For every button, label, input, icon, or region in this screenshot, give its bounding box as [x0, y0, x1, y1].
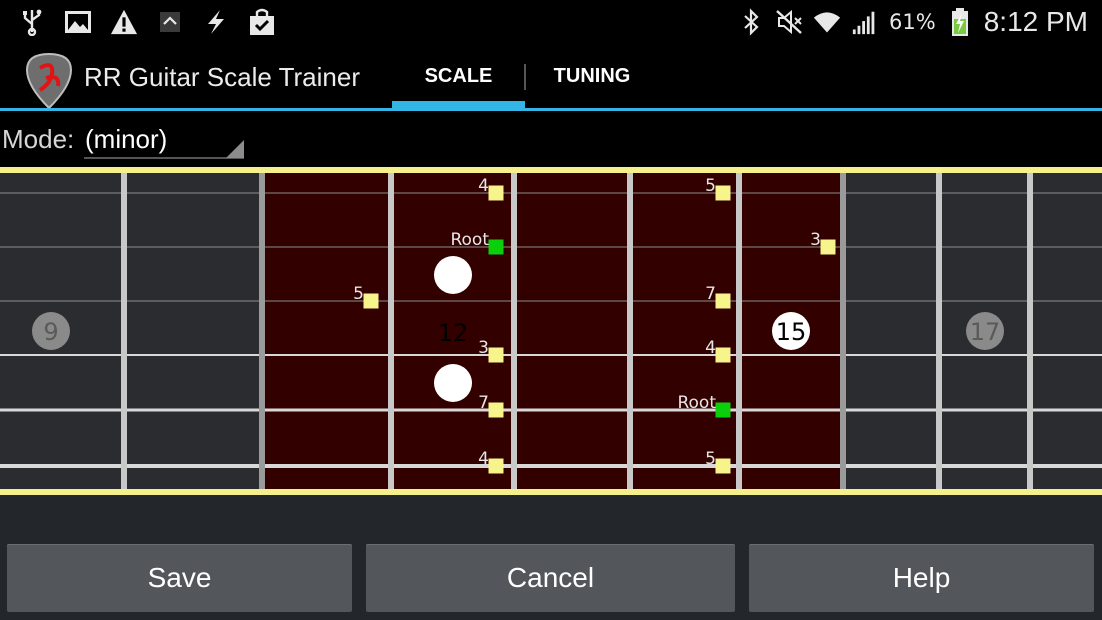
app-title: RR Guitar Scale Trainer: [84, 62, 360, 92]
fret-wire: [936, 173, 942, 489]
upload-icon: [156, 8, 184, 36]
note-label: 3: [810, 230, 821, 250]
note-label: 3: [478, 338, 489, 358]
tab-tuning[interactable]: TUNING: [527, 44, 657, 108]
mute-icon: [775, 8, 803, 36]
guitar-pick-logo-icon[interactable]: [24, 52, 74, 110]
flash-icon: [202, 8, 230, 36]
fretboard-highlight: [262, 173, 843, 489]
tab-selected-indicator: [392, 101, 525, 108]
note-label: 4: [705, 338, 716, 358]
note-label: 5: [705, 449, 716, 469]
cancel-button[interactable]: Cancel: [366, 544, 735, 612]
note-label: 5: [705, 176, 716, 196]
fret-marker-17-label: 17: [970, 318, 1001, 346]
mode-spinner-underline: [84, 157, 244, 159]
note-marker: [715, 347, 731, 363]
wifi-icon: [813, 8, 841, 36]
tab-scale[interactable]: SCALE: [392, 44, 525, 108]
dropdown-triangle-icon[interactable]: [226, 140, 244, 158]
fretboard[interactable]: 9 12 15 17 4 5 Root 3 5 7 3 4 7 Root 4 5: [0, 167, 1102, 495]
battery-percent: 61%: [889, 10, 936, 34]
note-label: 4: [478, 176, 489, 196]
note-label: Root: [677, 393, 716, 413]
tab-divider: [524, 64, 526, 90]
root-note-marker: [488, 239, 504, 255]
note-marker: [820, 239, 836, 255]
fret-wire: [627, 173, 633, 489]
fret-marker-12-lower-dot: [434, 364, 472, 402]
signal-icon: [851, 8, 879, 36]
note-marker: [488, 402, 504, 418]
system-status: 61% 8:12 PM: [737, 2, 1088, 42]
fret-marker-12-label: 12: [438, 319, 469, 347]
fret-wire: [1027, 173, 1033, 489]
bluetooth-icon: [737, 8, 765, 36]
fret-wire: [840, 173, 846, 489]
warning-icon: [110, 8, 138, 36]
usb-icon: [18, 8, 46, 36]
note-label: 7: [705, 284, 716, 304]
root-note-marker: [715, 402, 731, 418]
note-marker: [488, 458, 504, 474]
fret-marker-12-upper-dot: [434, 256, 472, 294]
clock: 8:12 PM: [983, 6, 1088, 37]
note-label: 5: [353, 284, 364, 304]
note-label: 4: [478, 449, 489, 469]
fret-marker-9-label: 9: [43, 318, 58, 346]
image-icon: [64, 8, 92, 36]
clipboard-check-icon: [248, 8, 276, 36]
status-bar: 61% 8:12 PM: [0, 0, 1102, 44]
note-label: Root: [450, 230, 489, 250]
note-marker: [715, 185, 731, 201]
fret-wire: [121, 173, 127, 489]
note-marker: [715, 293, 731, 309]
note-marker: [488, 185, 504, 201]
fret-wire: [259, 173, 265, 489]
mode-label: Mode:: [2, 124, 75, 154]
fret-wire: [388, 173, 394, 489]
note-marker: [715, 458, 731, 474]
battery-charging-icon: [946, 8, 974, 36]
mode-value: (minor): [85, 124, 168, 154]
fret-wire: [511, 173, 517, 489]
note-marker: [363, 293, 379, 309]
note-marker: [488, 347, 504, 363]
note-label: 7: [478, 393, 489, 413]
fret-marker-15-label: 15: [776, 318, 807, 346]
save-button[interactable]: Save: [7, 544, 352, 612]
notification-icons: [18, 6, 276, 38]
help-button[interactable]: Help: [749, 544, 1094, 612]
fret-wire: [736, 173, 742, 489]
